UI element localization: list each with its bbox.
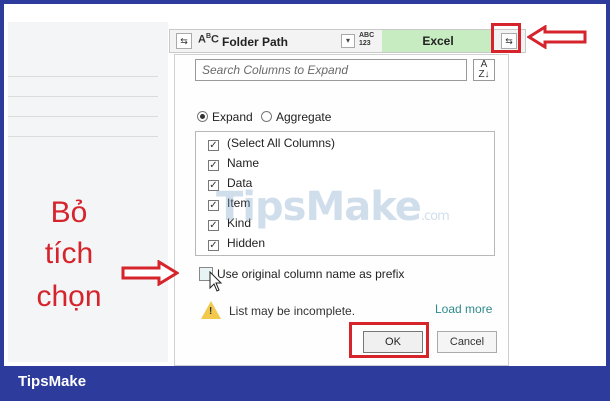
checkbox-checked-icon[interactable]: ✓ bbox=[208, 140, 219, 151]
warning-icon: ! bbox=[201, 301, 221, 319]
radio-expand[interactable]: Expand bbox=[197, 110, 253, 124]
expand-column-icon[interactable]: ⇆ bbox=[176, 33, 192, 49]
checkbox-checked-icon[interactable]: ✓ bbox=[208, 240, 219, 251]
filter-dropdown-icon[interactable]: ▾ bbox=[341, 34, 355, 48]
watermark-logo: TipsMake.com bbox=[216, 184, 450, 230]
mouse-cursor-icon bbox=[209, 271, 223, 292]
list-item[interactable]: ✓ (Select All Columns) bbox=[196, 132, 494, 152]
cancel-button[interactable]: Cancel bbox=[437, 331, 497, 353]
sort-az-button[interactable]: A Z↓ bbox=[473, 59, 495, 81]
radio-selected-icon bbox=[197, 111, 208, 122]
radio-unselected-icon bbox=[261, 111, 272, 122]
annotation-line-2: tích bbox=[44, 237, 94, 270]
column-title-folder-path: Folder Path bbox=[222, 35, 289, 49]
prefix-option[interactable]: Use original column name as prefix bbox=[199, 267, 404, 281]
annotation-line-3: chọn bbox=[36, 280, 102, 313]
warning-text: List may be incomplete. bbox=[229, 304, 356, 318]
search-columns-input[interactable]: Search Columns to Expand bbox=[195, 59, 467, 81]
arrow-right-icon bbox=[121, 260, 179, 286]
list-item[interactable]: ✓ Hidden bbox=[196, 232, 494, 252]
text-type-icon: ABC bbox=[198, 33, 219, 46]
column-title-excel[interactable]: Excel bbox=[382, 30, 494, 52]
radio-aggregate-label: Aggregate bbox=[276, 110, 332, 124]
radio-expand-label: Expand bbox=[212, 110, 253, 124]
radio-aggregate[interactable]: Aggregate bbox=[261, 110, 331, 124]
incomplete-warning: ! List may be incomplete. bbox=[201, 301, 355, 319]
highlight-expand-icon bbox=[491, 23, 521, 53]
screenshot-canvas: ⇆ ABC Folder Path ▾ ABC 123 Excel ⇆ Searc… bbox=[4, 4, 606, 366]
list-item[interactable]: ✓ Name bbox=[196, 152, 494, 172]
arrow-left-icon bbox=[527, 25, 587, 49]
annotation-line-1: Bỏ bbox=[50, 196, 88, 229]
highlight-ok-button bbox=[349, 322, 429, 358]
prefix-label: Use original column name as prefix bbox=[217, 267, 405, 281]
load-more-link[interactable]: Load more bbox=[435, 302, 492, 316]
checkbox-checked-icon[interactable]: ✓ bbox=[208, 160, 219, 171]
column-header-bar: ⇆ ABC Folder Path ▾ ABC 123 Excel ⇆ bbox=[169, 29, 526, 53]
footer-brand-logo: TipsMake bbox=[18, 373, 87, 390]
